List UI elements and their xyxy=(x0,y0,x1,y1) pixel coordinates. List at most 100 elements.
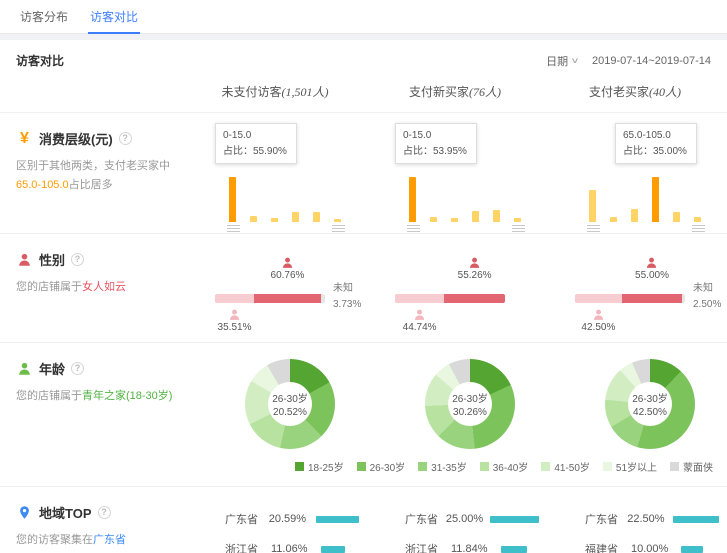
chart-tooltip: 65.0-105.0 占比：35.00% xyxy=(615,123,697,164)
male-icon xyxy=(413,308,426,321)
region-list: 广东省 20.59% 浙江省 11.06% xyxy=(225,511,359,553)
x-axis-labels xyxy=(407,225,525,233)
legend-item-1[interactable]: 26-30岁 xyxy=(357,459,406,474)
legend-item-4[interactable]: 41-50岁 xyxy=(541,459,590,474)
age-cell-2: 26-30岁 42.50% xyxy=(545,343,725,449)
bar xyxy=(409,177,416,222)
row-consume-level: ¥ 消费层级(元) ? 区别于其他两类，支付老买家中 65.0-105.0占比居… xyxy=(0,113,727,234)
male-segment xyxy=(395,294,444,303)
region-bar xyxy=(316,516,359,523)
region-list: 广东省 22.50% 福建省 10.00% xyxy=(585,511,719,553)
column-header-old-buyers: 支付老买家(40人) xyxy=(545,83,725,100)
region-bar xyxy=(673,516,719,523)
bar xyxy=(673,212,680,222)
x-axis-tick-label xyxy=(332,225,345,233)
legend-swatch xyxy=(670,462,679,471)
region-cell-1: 广东省 25.00% 浙江省 11.84% xyxy=(365,487,545,553)
region-row-desc: 您的访客聚集在广东省 xyxy=(16,531,177,550)
age-cell-0: 26-30岁 20.52% xyxy=(185,343,365,449)
date-range: 2019-07-14~2019-07-14 xyxy=(592,55,711,67)
consume-cell-2: 65.0-105.0 占比：35.00% xyxy=(545,113,725,233)
female-segment xyxy=(444,294,505,303)
region-row-item: 浙江省 11.84% xyxy=(405,541,539,553)
gender-ratio-bar xyxy=(395,294,505,303)
x-axis-tick-label xyxy=(587,225,600,233)
legend-label: 26-30岁 xyxy=(370,459,406,474)
male-icon xyxy=(228,308,241,321)
legend-swatch xyxy=(480,462,489,471)
date-select[interactable]: 日期 ∨ xyxy=(546,53,578,69)
donut-center-label: 26-30岁 42.50% xyxy=(605,359,695,449)
age-donut-chart: 26-30岁 30.26% xyxy=(425,359,515,449)
region-row-item: 广东省 20.59% xyxy=(225,511,359,527)
male-segment xyxy=(215,294,254,303)
chart-tooltip: 0-15.0 占比：53.95% xyxy=(395,123,477,164)
legend-swatch xyxy=(357,462,366,471)
age-row-title: 年龄 ? xyxy=(16,359,177,378)
row-gender: 性别 ? 您的店铺属于女人如云 60.76% 35.51% xyxy=(0,234,727,343)
tab-visitor-compare[interactable]: 访客对比 xyxy=(88,0,140,34)
legend-item-3[interactable]: 36-40岁 xyxy=(480,459,529,474)
bar xyxy=(472,211,479,222)
visitor-compare-panel: 访客对比 日期 ∨ 2019-07-14~2019-07-14 未支付访客(1,… xyxy=(0,40,727,553)
consume-row-title: ¥ 消费层级(元) ? xyxy=(16,129,177,148)
x-axis-tick-label xyxy=(227,225,240,233)
legend-item-2[interactable]: 31-35岁 xyxy=(418,459,467,474)
region-cell-2: 广东省 22.50% 福建省 10.00% xyxy=(545,487,725,553)
consume-row-label: ¥ 消费层级(元) ? 区别于其他两类，支付老买家中 65.0-105.0占比居… xyxy=(0,113,185,233)
gender-cell-1: 55.26% 44.74% xyxy=(365,234,545,342)
region-bar xyxy=(681,546,703,553)
male-stat: 35.51% xyxy=(218,308,252,333)
female-stat: 55.26% xyxy=(458,256,492,281)
region-row-item: 福建省 10.00% xyxy=(585,541,719,553)
bar xyxy=(589,190,596,222)
bar xyxy=(514,218,521,222)
tab-visitor-distribution[interactable]: 访客分布 xyxy=(18,0,70,34)
help-icon[interactable]: ? xyxy=(98,506,111,519)
consume-barchart xyxy=(229,174,341,222)
legend-item-6[interactable]: 蒙面侠 xyxy=(670,459,713,474)
female-stat: 60.76% xyxy=(271,256,305,281)
female-segment xyxy=(254,294,321,303)
age-legend: 18-25岁 26-30岁 31-35岁 36-40岁 41-50岁 51岁以上 蒙面侠 xyxy=(0,449,727,486)
bar xyxy=(610,217,617,222)
unknown-segment xyxy=(682,294,685,303)
donut-center-label: 26-30岁 30.26% xyxy=(425,359,515,449)
date-select-label: 日期 xyxy=(546,53,568,69)
gender-row-desc: 您的店铺属于女人如云 xyxy=(16,278,177,297)
row-region-top: 地域TOP ? 您的访客聚集在广东省 广东省 20.59% 浙江省 1 xyxy=(0,487,727,553)
region-row-item: 广东省 22.50% xyxy=(585,511,719,527)
legend-item-5[interactable]: 51岁以上 xyxy=(603,459,657,474)
gender-row-title: 性别 ? xyxy=(16,250,177,269)
region-cell-0: 广东省 20.59% 浙江省 11.06% xyxy=(185,487,365,553)
bar xyxy=(334,219,341,222)
gender-chart: 55.26% 44.74% xyxy=(395,256,555,342)
column-header-unpaid: 未支付访客(1,501人) xyxy=(185,83,365,100)
consume-barchart xyxy=(589,174,701,222)
male-stat: 42.50% xyxy=(581,308,615,333)
bar xyxy=(271,218,278,222)
chevron-down-icon: ∨ xyxy=(570,56,579,65)
page-title: 访客对比 xyxy=(16,52,64,69)
consume-barchart xyxy=(409,174,521,222)
bar xyxy=(631,209,638,222)
visitor-compare-screen: 访客分布 访客对比 访客对比 日期 ∨ 2019-07-14~2019-07-1… xyxy=(0,0,727,553)
legend-label: 蒙面侠 xyxy=(683,459,713,474)
female-icon xyxy=(281,256,294,269)
legend-label: 41-50岁 xyxy=(554,459,590,474)
gender-row-label: 性别 ? 您的店铺属于女人如云 xyxy=(0,234,185,342)
legend-item-0[interactable]: 18-25岁 xyxy=(295,459,344,474)
help-icon[interactable]: ? xyxy=(119,132,132,145)
male-stat: 44.74% xyxy=(403,308,437,333)
age-cell-1: 26-30岁 30.26% xyxy=(365,343,545,449)
gender-chart: 60.76% 35.51% 未知 3.73% xyxy=(215,256,375,342)
age-row-desc: 您的店铺属于青年之家(18-30岁) xyxy=(16,387,177,406)
bar xyxy=(292,212,299,222)
help-icon[interactable]: ? xyxy=(71,253,84,266)
help-icon[interactable]: ? xyxy=(71,362,84,375)
gender-cell-0: 60.76% 35.51% 未知 3.73% xyxy=(185,234,365,342)
x-axis-tick-label xyxy=(512,225,525,233)
column-header-spacer xyxy=(0,83,185,100)
gender-cell-2: 55.00% 42.50% 未知 2.50% xyxy=(545,234,725,342)
region-bar xyxy=(501,546,527,553)
